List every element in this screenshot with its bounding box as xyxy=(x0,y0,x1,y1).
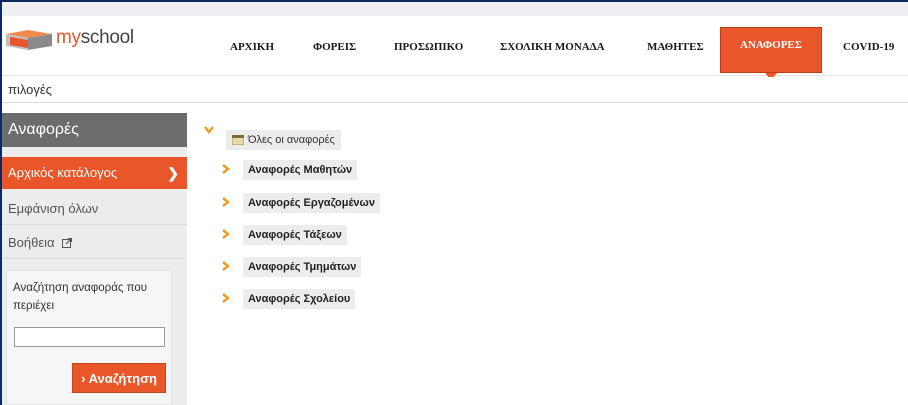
header: myschool ΑΡΧΙΚΗ ΦΟΡΕΙΣ ΠΡΟΣΩΠΙΚΟ ΣΧΟΛΙΚΗ… xyxy=(2,16,908,80)
chevron-right-icon[interactable] xyxy=(221,229,231,239)
nav-item-prosopiko[interactable]: ΠΡΟΣΩΠΙΚΟ xyxy=(394,16,463,74)
tree-root-label: Όλες οι αναφορές xyxy=(248,134,335,146)
nav-item-sxoliki-monada[interactable]: ΣΧΟΛΙΚΗ ΜΟΝΑΔΑ xyxy=(500,16,605,74)
stacked-books-icon xyxy=(6,30,52,50)
options-bar: πιλογές xyxy=(2,77,908,103)
report-search-input[interactable] xyxy=(14,327,165,347)
nav-item-anafores[interactable]: ΑΝΑΦΟΡΕΣ xyxy=(720,27,822,80)
chevron-right-icon: › xyxy=(81,370,86,386)
logo-text: myschool xyxy=(56,27,134,48)
sidebar-item-label: Εμφάνιση όλων xyxy=(8,201,99,216)
tree-root-label-box[interactable]: Όλες οι αναφορές xyxy=(226,130,341,150)
report-search-panel: Αναζήτηση αναφοράς που περιέχει › Αναζήτ… xyxy=(6,270,172,405)
nav-item-anafores-label: ΑΝΑΦΟΡΕΣ xyxy=(740,39,802,51)
chevron-right-icon[interactable] xyxy=(221,197,231,207)
tree-item-label[interactable]: Αναφορές Μαθητών xyxy=(243,160,358,180)
chevron-right-icon: ❯ xyxy=(167,165,179,181)
options-label: πιλογές xyxy=(8,82,52,97)
myschool-logo[interactable]: myschool xyxy=(6,24,136,56)
chevron-right-icon[interactable] xyxy=(221,261,231,271)
chevron-right-icon[interactable] xyxy=(221,164,231,174)
top-strip xyxy=(2,2,908,16)
sidebar-item-label: Αρχικός κατάλογος xyxy=(8,165,118,180)
chevron-down-icon[interactable] xyxy=(204,125,214,135)
sidebar-item-label: Βοήθεια xyxy=(8,235,55,250)
folder-icon xyxy=(232,135,244,145)
chevron-right-icon[interactable] xyxy=(221,293,231,303)
reports-tree-panel: Όλες οι αναφορές Αναφορές Μαθητών Αναφορ… xyxy=(194,113,908,405)
sidebar-item-home-catalog[interactable]: Αρχικός κατάλογος ❯ xyxy=(2,157,187,189)
tree-item-label[interactable]: Αναφορές Τμημάτων xyxy=(243,257,362,277)
sidebar: Αναφορές Αρχικός κατάλογος ❯ Εμφάνιση όλ… xyxy=(2,113,187,405)
tree-item-label[interactable]: Αναφορές Σχολείου xyxy=(243,289,356,309)
search-button-label: Αναζήτηση xyxy=(88,370,157,386)
tree-item-label[interactable]: Αναφορές Τάξεων xyxy=(243,225,347,245)
search-label: Αναζήτηση αναφοράς που περιέχει xyxy=(13,282,148,312)
search-button[interactable]: › Αναζήτηση xyxy=(72,363,166,393)
window-frame-left xyxy=(0,0,2,405)
sidebar-item-help[interactable]: Βοήθεια xyxy=(2,227,187,259)
sidebar-heading: Αναφορές xyxy=(2,113,187,147)
nav-item-covid[interactable]: COVID-19 xyxy=(843,16,894,74)
nav-item-foreis[interactable]: ΦΟΡΕΙΣ xyxy=(313,16,356,74)
tree-item-label[interactable]: Αναφορές Εργαζομένων xyxy=(243,193,380,213)
nav-item-arxiki[interactable]: ΑΡΧΙΚΗ xyxy=(230,16,274,74)
external-link-icon xyxy=(62,238,73,248)
window-frame-top xyxy=(0,0,908,2)
sidebar-item-show-all[interactable]: Εμφάνιση όλων xyxy=(2,193,187,225)
nav-item-mathites[interactable]: ΜΑΘΗΤΕΣ xyxy=(647,16,704,74)
